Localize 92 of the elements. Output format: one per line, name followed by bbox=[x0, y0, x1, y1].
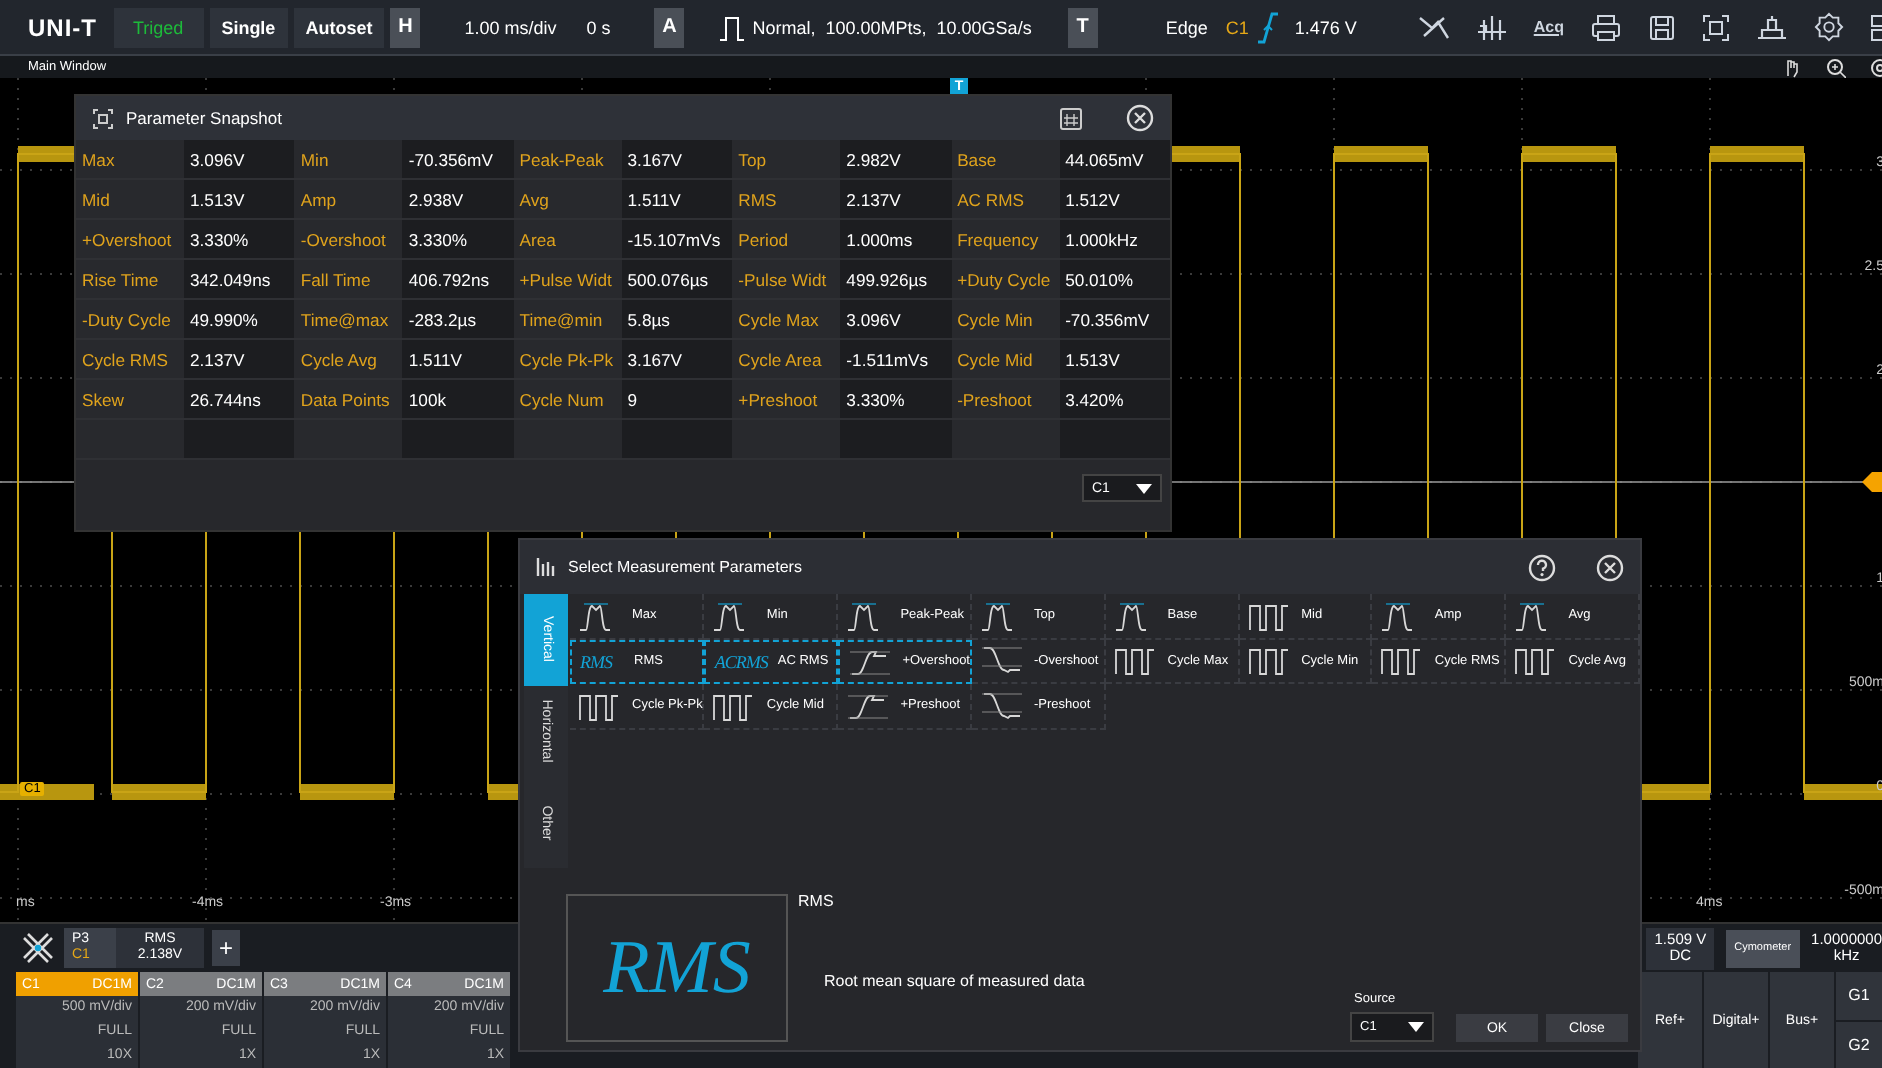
trigger-level[interactable]: 1.476 V bbox=[1294, 17, 1357, 37]
parameter-value: 499.926µs bbox=[840, 260, 952, 300]
dialog-title: Parameter Snapshot bbox=[126, 108, 282, 128]
parameter-value: 50.010% bbox=[1059, 260, 1170, 300]
parameter-value: 406.792ns bbox=[402, 260, 514, 300]
parameter-value: 1.513V bbox=[1059, 340, 1170, 380]
parameter-value: 3.096V bbox=[184, 140, 295, 180]
screenshot-icon[interactable] bbox=[1702, 13, 1730, 41]
parameter-value: 1.000ms bbox=[840, 220, 952, 260]
time-offset[interactable]: 0 s bbox=[586, 17, 611, 37]
rising-edge-icon bbox=[846, 689, 891, 722]
measure-icon[interactable] bbox=[1475, 13, 1508, 41]
parameter-value: 1.511V bbox=[402, 340, 514, 380]
close-icon[interactable] bbox=[1596, 553, 1624, 581]
falling-edge-icon bbox=[980, 689, 1024, 722]
time-scale[interactable]: 1.00 ms/div bbox=[464, 17, 557, 37]
rms-icon: ACRMS bbox=[714, 651, 768, 672]
rising-edge-icon bbox=[848, 645, 893, 678]
pulse-train-icon bbox=[578, 689, 622, 722]
table-icon[interactable] bbox=[1060, 107, 1082, 129]
parameter-value: 1.512V bbox=[1059, 180, 1170, 220]
rms-preview-icon: RMS bbox=[566, 894, 788, 1042]
parameter-value: -15.107mVs bbox=[621, 220, 733, 260]
parameter-value: 49.990% bbox=[184, 300, 295, 340]
parameter-value: -70.356mV bbox=[1059, 300, 1170, 340]
hand-icon[interactable] bbox=[1782, 57, 1802, 77]
trigger-type[interactable]: Edge bbox=[1165, 17, 1208, 37]
pulse-train-icon bbox=[1514, 644, 1559, 677]
parameter-value: 5.8µs bbox=[621, 300, 733, 340]
toolbar-button[interactable]: Single bbox=[209, 7, 288, 47]
parameter-value: 3.167V bbox=[621, 140, 733, 180]
trigger-status[interactable]: Triged bbox=[113, 7, 204, 47]
pulse-train-icon bbox=[1247, 644, 1292, 677]
parameter-value: 2.938V bbox=[402, 180, 514, 220]
parameter-value: 9 bbox=[621, 380, 733, 420]
pulse-train-icon bbox=[1247, 599, 1292, 632]
parameter-value: -1.511mVs bbox=[840, 340, 952, 380]
caret-icon bbox=[1136, 483, 1152, 493]
bar-chart-icon bbox=[536, 558, 556, 576]
parameter-value: 342.049ns bbox=[184, 260, 295, 300]
parameter-value: 3.330% bbox=[402, 220, 514, 260]
save-icon[interactable] bbox=[1648, 13, 1676, 41]
toolbar-button[interactable]: Autoset bbox=[293, 7, 385, 47]
close-icon[interactable] bbox=[1126, 104, 1154, 132]
trigger-button[interactable]: T bbox=[1067, 7, 1098, 47]
parameter-value: -70.356mV bbox=[402, 140, 514, 180]
help-icon[interactable] bbox=[1528, 553, 1556, 581]
rms-icon: RMS bbox=[580, 651, 624, 672]
acquire-button[interactable]: A bbox=[654, 7, 685, 47]
brand-logo: UNI-T bbox=[28, 13, 97, 41]
snapshot-icon bbox=[92, 107, 114, 129]
pulse-icon bbox=[720, 13, 745, 41]
acquire-icon[interactable]: Acq bbox=[1533, 18, 1564, 36]
group-button[interactable]: G1 bbox=[1836, 972, 1882, 1019]
parameter-value: 44.065mV bbox=[1059, 140, 1170, 180]
zoom-icon[interactable] bbox=[1826, 57, 1846, 77]
parameter-value: -283.2µs bbox=[402, 300, 514, 340]
parameter-value: 1.513V bbox=[184, 180, 295, 220]
parameter-value: 26.744ns bbox=[184, 380, 295, 420]
parameter-value: 3.096V bbox=[840, 300, 952, 340]
parameter-name: RMS bbox=[798, 892, 836, 910]
dialog-title: Select Measurement Parameters bbox=[568, 558, 802, 576]
parameter-value: 500.076µs bbox=[621, 260, 733, 300]
printer-icon[interactable] bbox=[1590, 13, 1622, 41]
cursor-icon[interactable] bbox=[1417, 13, 1450, 41]
horizontal-button[interactable]: H bbox=[390, 7, 421, 47]
parameter-value: 1.511V bbox=[621, 180, 733, 220]
acquisition-mode[interactable]: Normal, 100.00MPts, 10.00GSa/s bbox=[752, 17, 1032, 37]
utility-icon[interactable] bbox=[1756, 13, 1788, 41]
pulse-train-icon bbox=[1113, 644, 1158, 677]
falling-edge-icon bbox=[980, 644, 1024, 677]
settings-icon[interactable] bbox=[1814, 12, 1844, 42]
add-measurement-button[interactable]: + bbox=[212, 930, 240, 966]
group-button[interactable]: G2 bbox=[1836, 1021, 1882, 1068]
parameter-value: 3.420% bbox=[1059, 380, 1170, 420]
measure-tool-icon[interactable] bbox=[20, 930, 56, 966]
trigger-source[interactable]: C1 bbox=[1225, 17, 1249, 37]
pulse-train-icon bbox=[712, 689, 757, 722]
parameter-value: 3.167V bbox=[621, 340, 733, 380]
parameter-value: 3.330% bbox=[840, 380, 952, 420]
parameter-value: 2.137V bbox=[184, 340, 295, 380]
parameter-value: 3.330% bbox=[184, 220, 295, 260]
parameter-value: 2.137V bbox=[840, 180, 952, 220]
parameter-value: 2.982V bbox=[840, 140, 952, 180]
parameter-value: 1.000kHz bbox=[1059, 220, 1170, 260]
parameter-value: 100k bbox=[402, 380, 514, 420]
pulse-train-icon bbox=[1380, 644, 1425, 677]
parameter-description: Root mean square of measured data bbox=[824, 972, 1087, 990]
caret-icon bbox=[1408, 1022, 1424, 1032]
grid-icon[interactable] bbox=[1870, 13, 1882, 41]
rising-edge-icon bbox=[1258, 11, 1279, 43]
trigger-level-icon[interactable] bbox=[1862, 472, 1882, 492]
